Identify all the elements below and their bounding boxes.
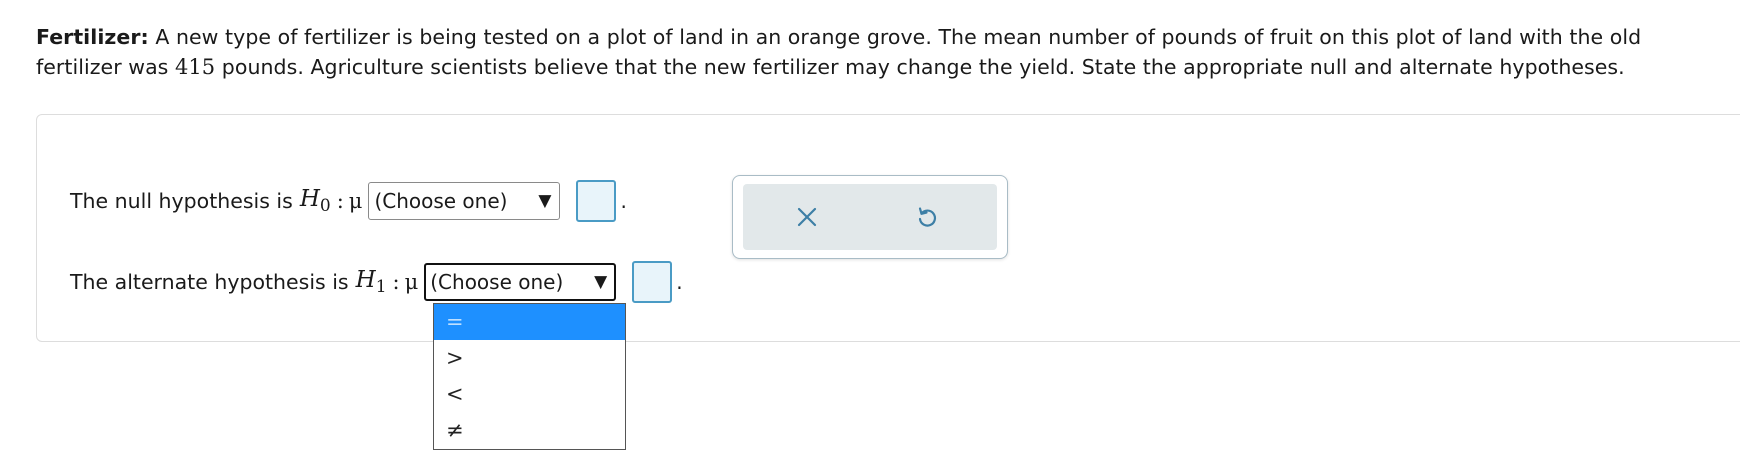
null-colon: : <box>336 189 344 213</box>
alt-select-value: (Choose one) <box>430 270 564 294</box>
chevron-down-icon: ▼ <box>538 191 552 211</box>
alt-value-input[interactable] <box>632 261 673 303</box>
question-label: Fertilizer: <box>36 25 149 49</box>
page: Fertilizer: A new type of fertilizer is … <box>0 0 1740 458</box>
alt-operator-select[interactable]: (Choose one) ▼ <box>424 263 617 301</box>
dropdown-option[interactable]: ≠ <box>434 412 625 448</box>
alt-mu: μ <box>404 270 419 294</box>
null-hypothesis-symbol: H0 <box>299 186 331 216</box>
null-period: . <box>620 189 627 213</box>
x-icon <box>797 207 817 227</box>
question-text: Fertilizer: A new type of fertilizer is … <box>36 22 1696 82</box>
alt-operator-dropdown: = > < ≠ <box>433 303 626 450</box>
undo-button[interactable] <box>907 197 947 237</box>
dropdown-option[interactable]: = <box>434 304 625 340</box>
alt-period: . <box>676 270 683 294</box>
null-hypothesis-row: The null hypothesis is H0 : μ (Choose on… <box>70 180 627 222</box>
clear-button[interactable] <box>787 197 827 237</box>
null-mu: μ <box>348 189 363 213</box>
null-value-input[interactable] <box>576 180 617 222</box>
tool-panel-inner <box>743 184 997 250</box>
tool-panel <box>732 175 1008 259</box>
undo-icon <box>918 207 936 227</box>
alternate-hypothesis-row: The alternate hypothesis is H1 : μ (Choo… <box>70 261 683 303</box>
dropdown-option[interactable]: < <box>434 376 625 412</box>
dropdown-option[interactable]: > <box>434 340 625 376</box>
null-select-value: (Choose one) <box>374 189 508 213</box>
null-hypothesis-label: The null hypothesis is <box>70 189 293 213</box>
alt-colon: : <box>392 270 400 294</box>
question-value: 415 <box>174 55 216 79</box>
alternate-hypothesis-label: The alternate hypothesis is <box>70 270 349 294</box>
question-text-part2: pounds. Agriculture scientists believe t… <box>215 55 1625 79</box>
alternate-hypothesis-symbol: H1 <box>355 267 387 297</box>
chevron-down-icon: ▼ <box>594 272 608 292</box>
null-operator-select[interactable]: (Choose one) ▼ <box>368 182 561 220</box>
